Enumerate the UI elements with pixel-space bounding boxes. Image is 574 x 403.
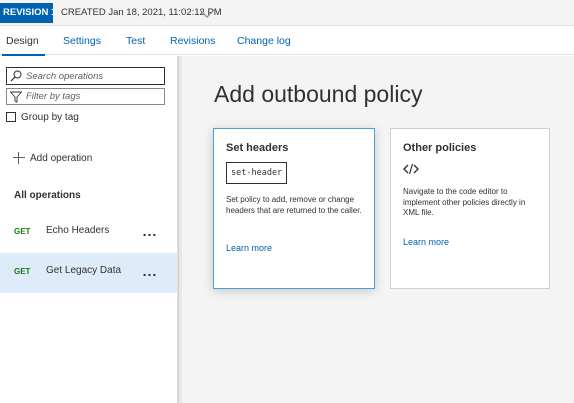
card-description: Set policy to add, remove or change head… — [226, 195, 362, 215]
add-operation-label: Add operation — [30, 152, 93, 164]
group-by-tag-label: Group by tag — [21, 111, 79, 123]
chevron-down-icon[interactable] — [199, 7, 215, 19]
operation-row-get-legacy-data[interactable]: GET Get Legacy Data ... — [0, 253, 177, 293]
other-policies-card[interactable]: Other policies Navigate to the code edit… — [390, 128, 550, 289]
tab-bar: Design Settings Test Revisions Change lo… — [0, 27, 574, 56]
search-icon — [10, 70, 22, 82]
policy-canvas: Add outbound policy Set headers set-head… — [182, 56, 574, 403]
code-icon — [403, 163, 419, 175]
operation-row-echo-headers[interactable]: GET Echo Headers ... — [0, 213, 177, 253]
card-title: Other policies — [403, 142, 477, 154]
group-by-tag-toggle[interactable]: Group by tag — [6, 110, 79, 124]
plus-icon — [13, 152, 25, 164]
filter-by-tags-field[interactable] — [6, 88, 165, 105]
tab-test[interactable]: Test — [126, 27, 145, 55]
tab-settings[interactable]: Settings — [63, 27, 101, 55]
page-title: Add outbound policy — [214, 81, 423, 107]
tab-design[interactable]: Design — [2, 27, 45, 56]
set-headers-card[interactable]: Set headers set-header Set policy to add… — [213, 128, 375, 289]
search-operations-input[interactable] — [26, 68, 162, 84]
tab-change-log[interactable]: Change log — [237, 27, 291, 55]
filter-by-tags-input[interactable] — [26, 89, 162, 104]
operation-method-badge: GET — [14, 267, 31, 276]
card-title: Set headers — [226, 142, 289, 154]
card-description: Navigate to the code editor to implement… — [403, 187, 526, 217]
group-by-tag-checkbox[interactable] — [6, 112, 16, 122]
search-operations-field[interactable] — [6, 67, 165, 85]
filter-icon — [10, 91, 22, 103]
revision-badge[interactable]: REVISION 1 — [0, 3, 56, 23]
operation-name: Echo Headers — [46, 225, 110, 236]
operations-panel: Group by tag Add operation All operation… — [0, 56, 178, 403]
all-operations-heading[interactable]: All operations — [14, 190, 81, 201]
revision-created-text: CREATED Jan 18, 2021, 11:02:12 PM — [61, 7, 222, 18]
operation-method-badge: GET — [14, 227, 31, 236]
set-header-code-chip: set-header — [226, 162, 288, 184]
more-options-icon[interactable]: ... — [140, 221, 160, 241]
operation-name: Get Legacy Data — [46, 265, 122, 276]
learn-more-link[interactable]: Learn more — [403, 237, 449, 247]
learn-more-link[interactable]: Learn more — [226, 243, 272, 253]
tab-revisions[interactable]: Revisions — [170, 27, 216, 55]
revision-bar: REVISION 1 CREATED Jan 18, 2021, 11:02:1… — [0, 0, 574, 26]
add-operation-button[interactable]: Add operation — [13, 150, 92, 166]
more-options-icon[interactable]: ... — [140, 261, 160, 281]
